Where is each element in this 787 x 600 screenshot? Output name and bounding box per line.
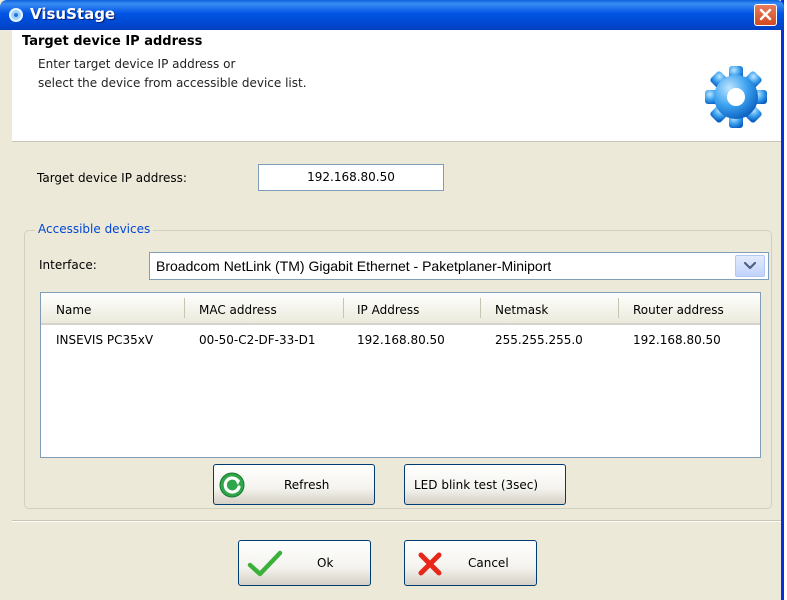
title-bar[interactable]: VisuStage bbox=[0, 0, 784, 30]
refresh-icon bbox=[219, 472, 245, 498]
header-line-2: select the device from accessible device… bbox=[38, 76, 307, 90]
footer-divider-highlight bbox=[12, 521, 781, 522]
interface-label: Interface: bbox=[39, 258, 97, 272]
table-cell-name[interactable]: INSEVIS PC35xV bbox=[56, 333, 153, 347]
checkmark-icon bbox=[247, 550, 283, 577]
header-line-1: Enter target device IP address or bbox=[38, 57, 236, 71]
table-cell-router[interactable]: 192.168.80.50 bbox=[633, 333, 721, 347]
cancel-label: Cancel bbox=[468, 556, 509, 570]
dialog-window: VisuStage Target device IP address Enter… bbox=[0, 0, 784, 600]
column-header-router[interactable]: Router address bbox=[633, 303, 724, 317]
led-blink-test-button[interactable]: LED blink test (3sec) bbox=[404, 464, 566, 505]
refresh-button[interactable]: Refresh bbox=[213, 464, 375, 505]
refresh-label: Refresh bbox=[284, 477, 330, 492]
led-blink-test-label: LED blink test (3sec) bbox=[414, 477, 539, 492]
close-button[interactable] bbox=[754, 4, 777, 26]
column-header-mac[interactable]: MAC address bbox=[199, 303, 277, 317]
x-icon bbox=[418, 552, 442, 576]
group-title: Accessible devices bbox=[35, 222, 154, 236]
ok-button[interactable]: Ok bbox=[238, 540, 371, 586]
table-cell-ip[interactable]: 192.168.80.50 bbox=[357, 333, 445, 347]
column-header-ip[interactable]: IP Address bbox=[357, 303, 419, 317]
app-icon bbox=[9, 8, 23, 22]
ip-label: Target device IP address: bbox=[37, 171, 187, 185]
column-divider[interactable] bbox=[343, 298, 344, 318]
cancel-button[interactable]: Cancel bbox=[404, 540, 537, 586]
window-title: VisuStage bbox=[30, 5, 116, 23]
column-divider[interactable] bbox=[618, 298, 619, 318]
interface-dropdown-button[interactable] bbox=[735, 255, 765, 277]
column-header-netmask[interactable]: Netmask bbox=[495, 303, 548, 317]
ip-input[interactable]: 192.168.80.50 bbox=[258, 164, 444, 191]
ok-label: Ok bbox=[317, 556, 334, 570]
table-cell-mac[interactable]: 00-50-C2-DF-33-D1 bbox=[199, 333, 316, 347]
close-icon bbox=[759, 8, 772, 21]
chevron-down-icon bbox=[743, 261, 757, 270]
header-title: Target device IP address bbox=[22, 34, 203, 49]
column-header-name[interactable]: Name bbox=[56, 303, 91, 317]
gear-icon bbox=[705, 66, 767, 128]
column-divider[interactable] bbox=[184, 298, 185, 318]
column-divider[interactable] bbox=[480, 298, 481, 318]
table-cell-netmask[interactable]: 255.255.255.0 bbox=[495, 333, 583, 347]
interface-select[interactable]: Broadcom NetLink (TM) Gigabit Ethernet -… bbox=[149, 252, 769, 280]
